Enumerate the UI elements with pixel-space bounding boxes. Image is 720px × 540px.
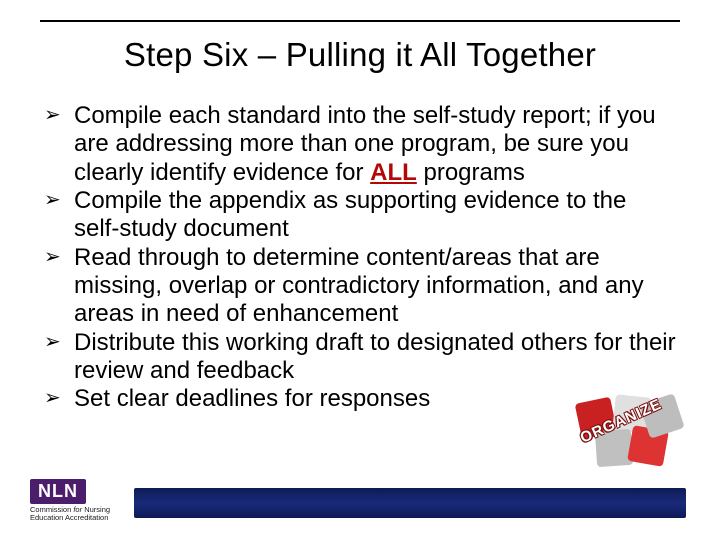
chevron-right-icon: ➢ <box>44 246 61 270</box>
emphasis-all: ALL <box>370 159 417 186</box>
list-item: ➢ Distribute this working draft to desig… <box>44 329 676 386</box>
nln-logo-subtitle: Commission for Nursing Education Accredi… <box>30 506 110 523</box>
slide-title: Step Six – Pulling it All Together <box>40 36 680 74</box>
slide: Step Six – Pulling it All Together ➢ Com… <box>0 0 720 540</box>
chevron-right-icon: ➢ <box>44 189 61 213</box>
bullet-text: Set clear deadlines for responses <box>74 385 430 412</box>
footer-logo-area: NLN Commission for Nursing Education Acc… <box>30 479 110 523</box>
logo-text: Education Accreditation <box>30 513 108 522</box>
bullet-list: ➢ Compile each standard into the self-st… <box>40 102 680 413</box>
chevron-right-icon: ➢ <box>44 331 61 355</box>
bullet-text: Distribute this working draft to designa… <box>74 329 676 384</box>
footer-bar <box>134 488 686 518</box>
organize-puzzle-graphic: ORGANIZE <box>572 390 682 480</box>
nln-logo: NLN Commission for Nursing Education Acc… <box>30 479 110 523</box>
list-item: ➢ Read through to determine content/area… <box>44 244 676 329</box>
chevron-right-icon: ➢ <box>44 387 61 411</box>
bullet-text: programs <box>417 159 525 186</box>
nln-logo-abbr: NLN <box>30 479 86 504</box>
list-item: ➢ Compile each standard into the self-st… <box>44 102 676 187</box>
list-item: ➢ Compile the appendix as supporting evi… <box>44 187 676 244</box>
bullet-text: Read through to determine content/areas … <box>74 244 644 328</box>
bullet-text: Compile each standard into the self-stud… <box>74 102 656 186</box>
chevron-right-icon: ➢ <box>44 104 61 128</box>
top-rule <box>40 20 680 22</box>
bullet-text: Compile the appendix as supporting evide… <box>74 187 626 242</box>
